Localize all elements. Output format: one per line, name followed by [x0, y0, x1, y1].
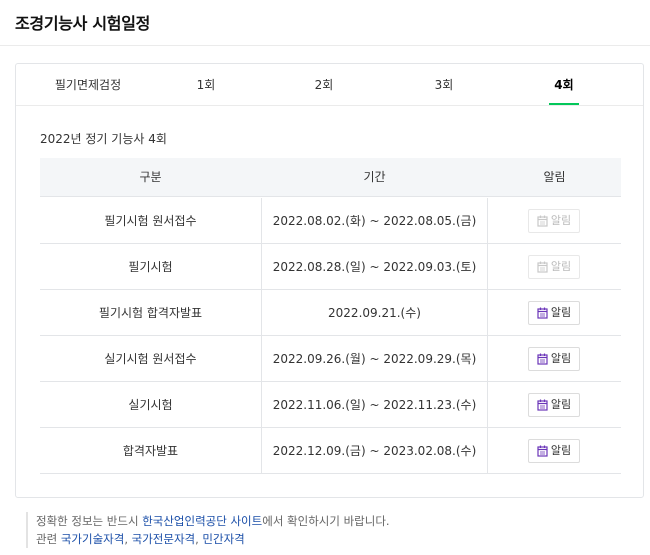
- round-tabs: 필기면제검정 1회 2회 3회 4회: [16, 64, 643, 106]
- footnote: 정확한 정보는 반드시 한국산업인력공단 사이트에서 확인하시기 바랍니다. 관…: [26, 512, 390, 548]
- row-alarm-cell: 알림: [488, 244, 621, 290]
- tab-round-2[interactable]: 2회: [289, 64, 359, 106]
- calendar-icon: [537, 215, 548, 227]
- national-technical-qualification-link[interactable]: 국가기술자격: [61, 532, 124, 546]
- hrdk-site-link[interactable]: 한국산업인력공단 사이트: [142, 514, 262, 528]
- row-period: 2022.08.02.(화) ~ 2022.08.05.(금): [261, 198, 488, 244]
- title-divider: [0, 45, 650, 46]
- table-header: 구분 기간 알림: [40, 158, 621, 197]
- page-title: 조경기능사 시험일정: [15, 14, 151, 33]
- section-heading: 2022년 정기 기능사 4회: [40, 132, 167, 146]
- alarm-button-label: 알림: [550, 306, 572, 319]
- alarm-button-label: 알림: [550, 260, 572, 273]
- row-period: 2022.09.26.(월) ~ 2022.09.29.(목): [261, 336, 488, 382]
- row-alarm-cell: 알림: [488, 428, 621, 474]
- header-category: 구분: [139, 170, 162, 184]
- alarm-button-label: 알림: [550, 352, 572, 365]
- footnote-text: 정확한 정보는 반드시: [36, 514, 143, 528]
- table-row: 필기시험 합격자발표 2022.09.21.(수) 알림: [40, 290, 621, 336]
- row-category: 필기시험 원서접수: [104, 214, 197, 228]
- tab-round-4[interactable]: 4회: [529, 64, 599, 106]
- calendar-icon: [537, 399, 548, 411]
- row-alarm-cell: 알림: [488, 382, 621, 428]
- tab-round-3[interactable]: 3회: [409, 64, 479, 106]
- row-alarm-cell: 알림: [488, 336, 621, 382]
- row-period: 2022.08.28.(일) ~ 2022.09.03.(토): [261, 244, 488, 290]
- row-category: 필기시험 합격자발표: [98, 306, 203, 320]
- alarm-button[interactable]: 알림: [528, 439, 580, 463]
- alarm-button[interactable]: 알림: [528, 393, 580, 417]
- tab-round-1[interactable]: 1회: [171, 64, 241, 106]
- table-row: 필기시험 원서접수 2022.08.02.(화) ~ 2022.08.05.(금)…: [40, 198, 621, 244]
- footnote-related-label: 관련: [36, 532, 61, 546]
- row-alarm-cell: 알림: [488, 290, 621, 336]
- row-category: 필기시험: [128, 260, 173, 274]
- alarm-button: 알림: [528, 209, 580, 233]
- active-tab-indicator: [549, 103, 579, 105]
- calendar-icon: [537, 445, 548, 457]
- table-row: 실기시험 원서접수 2022.09.26.(월) ~ 2022.09.29.(목)…: [40, 336, 621, 382]
- row-alarm-cell: 알림: [488, 198, 621, 244]
- footnote-line-1: 정확한 정보는 반드시 한국산업인력공단 사이트에서 확인하시기 바랍니다.: [36, 512, 390, 530]
- calendar-icon: [537, 353, 548, 365]
- separator: ,: [124, 532, 132, 546]
- row-period: 2022.09.21.(수): [261, 290, 488, 336]
- alarm-button-label: 알림: [550, 214, 572, 227]
- row-period: 2022.11.06.(일) ~ 2022.11.23.(수): [261, 382, 488, 428]
- row-period: 2022.12.09.(금) ~ 2023.02.08.(수): [261, 428, 488, 474]
- national-professional-qualification-link[interactable]: 국가전문자격: [132, 532, 195, 546]
- alarm-button-label: 알림: [550, 398, 572, 411]
- calendar-icon: [537, 261, 548, 273]
- table-row: 실기시험 2022.11.06.(일) ~ 2022.11.23.(수) 알림: [40, 382, 621, 428]
- row-category: 실기시험: [128, 398, 173, 412]
- table-row: 필기시험 2022.08.28.(일) ~ 2022.09.03.(토) 알림: [40, 244, 621, 290]
- footnote-line-2: 관련 국가기술자격, 국가전문자격, 민간자격: [36, 530, 390, 548]
- header-alarm: 알림: [543, 170, 566, 184]
- alarm-button-label: 알림: [550, 444, 572, 457]
- exam-schedule-card: 필기면제검정 1회 2회 3회 4회 2022년 정기 기능사 4회 구분 기간…: [15, 63, 644, 548]
- header-period: 기간: [363, 170, 386, 184]
- tab-written-exemption[interactable]: 필기면제검정: [38, 64, 138, 106]
- footnote-text: 에서 확인하시기 바랍니다.: [262, 514, 390, 528]
- alarm-button[interactable]: 알림: [528, 301, 580, 325]
- row-category: 합격자발표: [122, 444, 179, 458]
- row-category: 실기시험 원서접수: [104, 352, 197, 366]
- calendar-icon: [537, 307, 548, 319]
- private-qualification-link[interactable]: 민간자격: [202, 532, 244, 546]
- alarm-button[interactable]: 알림: [528, 347, 580, 371]
- table-row: 합격자발표 2022.12.09.(금) ~ 2023.02.08.(수) 알림: [40, 428, 621, 474]
- alarm-button: 알림: [528, 255, 580, 279]
